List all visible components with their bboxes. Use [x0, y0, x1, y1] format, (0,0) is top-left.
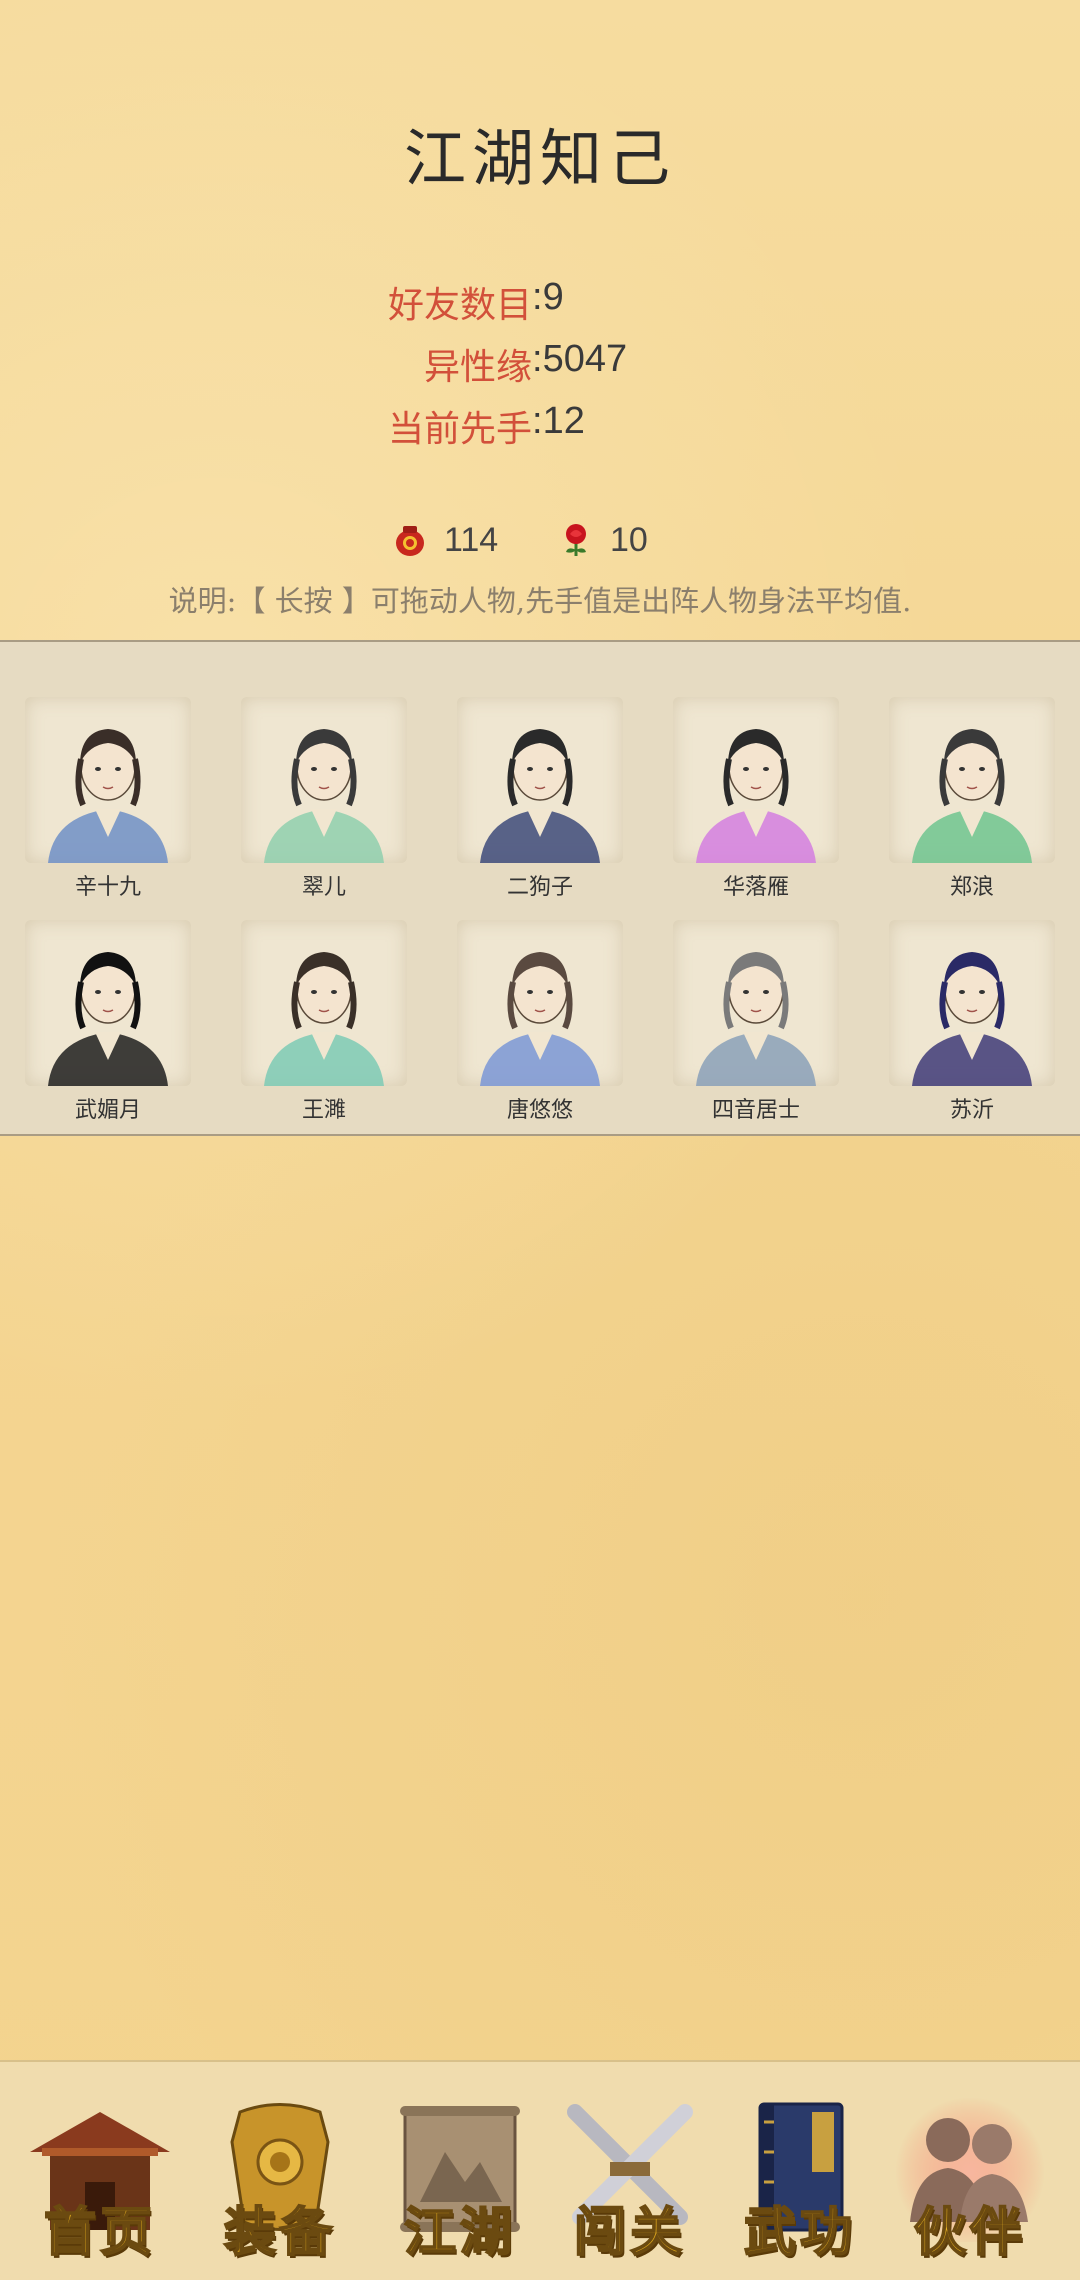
- stat-charm: 异性缘 :5047: [0, 338, 1080, 388]
- character-portrait: [457, 920, 623, 1086]
- character-portrait: [241, 920, 407, 1086]
- stat-initiative: 当前先手 :12: [0, 400, 1080, 450]
- wine-count: 114: [444, 520, 499, 559]
- character-card[interactable]: 唐悠悠: [457, 920, 623, 1126]
- instruction-text: 说明:【 长按 】可拖动人物,先手值是出阵人物身法平均值.: [168, 584, 912, 618]
- nav-item-1[interactable]: 首页: [20, 2092, 180, 2264]
- character-portrait: [889, 697, 1055, 863]
- nav-label: 首页: [43, 2201, 156, 2264]
- stat-label: 好友数目: [387, 285, 532, 326]
- character-name: 苏沂: [949, 1098, 994, 1123]
- character-roster: 辛十九 翠儿 二狗子 华落雁 郑浪武媚月 王濉 唐悠悠 四音居士 苏沂: [0, 640, 1080, 1136]
- nav-item-6[interactable]: 伙伴: [890, 2092, 1050, 2264]
- character-name: 华落雁: [722, 875, 789, 900]
- stat-value: :5047: [532, 338, 628, 380]
- character-card[interactable]: 二狗子: [457, 697, 623, 903]
- character-name: 唐悠悠: [506, 1098, 573, 1123]
- rose-counter: 10: [558, 516, 648, 564]
- character-name: 四音居士: [711, 1098, 800, 1123]
- nav-label: 江湖: [403, 2201, 516, 2264]
- nav-label: 装备: [223, 2201, 336, 2264]
- character-card[interactable]: 郑浪: [889, 697, 1055, 903]
- character-name: 翠儿: [301, 875, 346, 900]
- nav-label: 武功: [743, 2201, 856, 2264]
- nav-item-4[interactable]: 闯关: [550, 2092, 710, 2264]
- stat-value: :12: [532, 400, 585, 442]
- character-card[interactable]: 翠儿: [241, 697, 407, 903]
- character-name: 二狗子: [506, 875, 573, 900]
- character-card[interactable]: 王濉: [241, 920, 407, 1126]
- character-name: 辛十九: [74, 875, 141, 900]
- nav-label: 闯关: [573, 2201, 686, 2264]
- nav-label: 伙伴: [913, 2201, 1026, 2264]
- character-portrait: [673, 697, 839, 863]
- character-portrait: [889, 920, 1055, 1086]
- page-title: 江湖知己: [403, 122, 676, 195]
- stat-label: 异性缘: [423, 347, 532, 388]
- character-card[interactable]: 华落雁: [673, 697, 839, 903]
- character-name: 王濉: [301, 1098, 346, 1123]
- nav-item-2[interactable]: 装备: [200, 2092, 360, 2264]
- character-portrait: [25, 697, 191, 863]
- rose-count: 10: [610, 520, 648, 559]
- stat-value: :9: [532, 276, 564, 318]
- rose-icon: [558, 522, 594, 558]
- stat-label: 当前先手: [387, 409, 532, 450]
- wine-jar-icon: [392, 522, 428, 558]
- character-card[interactable]: 辛十九: [25, 697, 191, 903]
- character-card[interactable]: 苏沂: [889, 920, 1055, 1126]
- character-name: 郑浪: [949, 875, 994, 900]
- character-name: 武媚月: [74, 1098, 141, 1123]
- character-portrait: [241, 697, 407, 863]
- nav-item-5[interactable]: 武功: [720, 2092, 880, 2264]
- wine-counter: 114: [392, 516, 498, 564]
- nav-item-3[interactable]: 江湖: [380, 2092, 540, 2264]
- character-card[interactable]: 武媚月: [25, 920, 191, 1126]
- character-portrait: [25, 920, 191, 1086]
- bottom-navigation: 首页 装备 江湖 闯关 武功 伙伴: [0, 2060, 1080, 2280]
- character-portrait: [457, 697, 623, 863]
- character-portrait: [673, 920, 839, 1086]
- stat-friends: 好友数目 :9: [0, 276, 1080, 326]
- character-card[interactable]: 四音居士: [673, 920, 839, 1126]
